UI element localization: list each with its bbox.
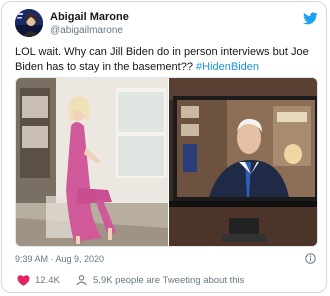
tweet-text: LOL wait. Why can Jill Biden do in perso… [15,45,315,75]
photo-interview-right[interactable] [169,78,318,247]
photo-interview-left[interactable] [16,78,168,247]
tweet-timestamp[interactable]: 9:39 AM · Aug 9, 2020 [15,254,104,264]
display-name[interactable]: Abigail Marone [50,10,129,24]
twitter-bird-icon[interactable] [303,12,318,25]
tweet-actions: 12.4K 5.9K people are Tweeting about thi… [15,274,315,288]
author-names[interactable]: Abigail Marone @abigailmarone [50,10,129,37]
user-handle[interactable]: @abigailmarone [50,24,129,37]
tweet-card: Abigail Marone @abigailmarone LOL wait. … [1,1,327,293]
tweeting-about-text: 5.9K people are Tweeting about this [93,274,245,286]
hashtag-link[interactable]: #HidenBiden [196,61,259,73]
tweet-media[interactable] [15,77,318,247]
like-count: 12.4K [35,274,60,286]
tweeting-about-action[interactable]: 5.9K people are Tweeting about this [75,274,244,286]
info-icon[interactable] [305,253,316,264]
people-icon [76,275,87,286]
avatar[interactable] [15,9,43,37]
tweet-body: LOL wait. Why can Jill Biden do in perso… [15,46,309,73]
like-action[interactable]: 12.4K [17,274,60,286]
tweet-header: Abigail Marone @abigailmarone [15,9,320,39]
heart-icon [17,275,30,286]
